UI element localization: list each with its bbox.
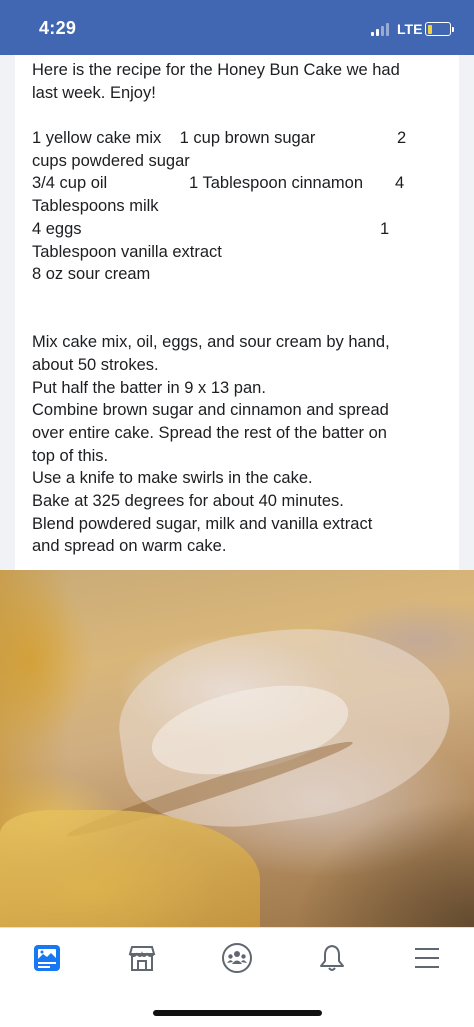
ingredient-text: 1	[380, 219, 390, 238]
direction-line: and spread on warm cake.	[32, 537, 227, 556]
status-bar: 4:29 LTE	[0, 0, 474, 55]
ingredient-line: 3/4 cup oil 1 Tablespoon cinnamon 4	[32, 172, 452, 195]
groups-icon	[222, 943, 252, 973]
ingredient-text: 4	[395, 174, 405, 193]
nav-notifications[interactable]	[302, 940, 362, 976]
status-time: 4:29	[39, 18, 77, 38]
direction-line: Put half the batter in 9 x 13 pan.	[32, 378, 266, 397]
news-feed-icon	[34, 945, 60, 971]
direction-line: top of this.	[32, 446, 109, 465]
direction-line: Blend powdered sugar, milk and vanilla e…	[32, 514, 373, 533]
ingredient-line: cups powdered sugar	[32, 151, 190, 170]
ingredient-line: 8 oz sour cream	[32, 265, 151, 284]
direction-line: Bake at 325 degrees for about 40 minutes…	[32, 492, 344, 511]
ingredient-text: 3/4 cup oil	[32, 174, 108, 193]
notifications-bell-icon	[320, 945, 344, 971]
ingredient-text: 1 Tablespoon cinnamon	[189, 174, 363, 193]
nav-marketplace[interactable]	[112, 940, 172, 976]
post-text: Here is the recipe for the Honey Bun Cak…	[32, 59, 452, 558]
direction-line: Mix cake mix, oil, eggs, and sour cream …	[32, 333, 390, 352]
post-photo[interactable]	[0, 570, 474, 927]
direction-line: over entire cake. Spread the rest of the…	[32, 424, 387, 443]
nav-menu[interactable]	[397, 940, 457, 976]
direction-line: Combine brown sugar and cinnamon and spr…	[32, 401, 389, 420]
ingredient-line: 1 yellow cake mix 1 cup brown sugar 2	[32, 127, 452, 150]
ingredient-line: Tablespoons milk	[32, 197, 159, 216]
direction-line: about 50 strokes.	[32, 355, 159, 374]
intro-line: last week. Enjoy!	[32, 83, 156, 102]
marketplace-icon	[128, 946, 156, 971]
menu-icon	[415, 948, 439, 968]
ingredient-line: 4 eggs 1	[32, 218, 452, 241]
ingredient-text: 2	[397, 129, 407, 148]
post-card: Here is the recipe for the Honey Bun Cak…	[15, 55, 459, 570]
battery-icon	[425, 22, 454, 36]
battery-level-fill	[427, 24, 432, 34]
ingredient-line: Tablespoon vanilla extract	[32, 242, 222, 261]
nav-news-feed[interactable]	[17, 940, 77, 976]
direction-line: Use a knife to make swirls in the cake.	[32, 469, 313, 488]
home-indicator[interactable]	[153, 1010, 322, 1016]
cellular-signal-icon	[371, 22, 393, 36]
network-type: LTE	[397, 21, 423, 37]
nav-groups[interactable]	[207, 940, 267, 976]
ingredient-text: 4 eggs	[32, 219, 82, 238]
ingredient-text: 1 yellow cake mix 1 cup brown sugar	[32, 129, 316, 148]
intro-line: Here is the recipe for the Honey Bun Cak…	[32, 61, 400, 79]
